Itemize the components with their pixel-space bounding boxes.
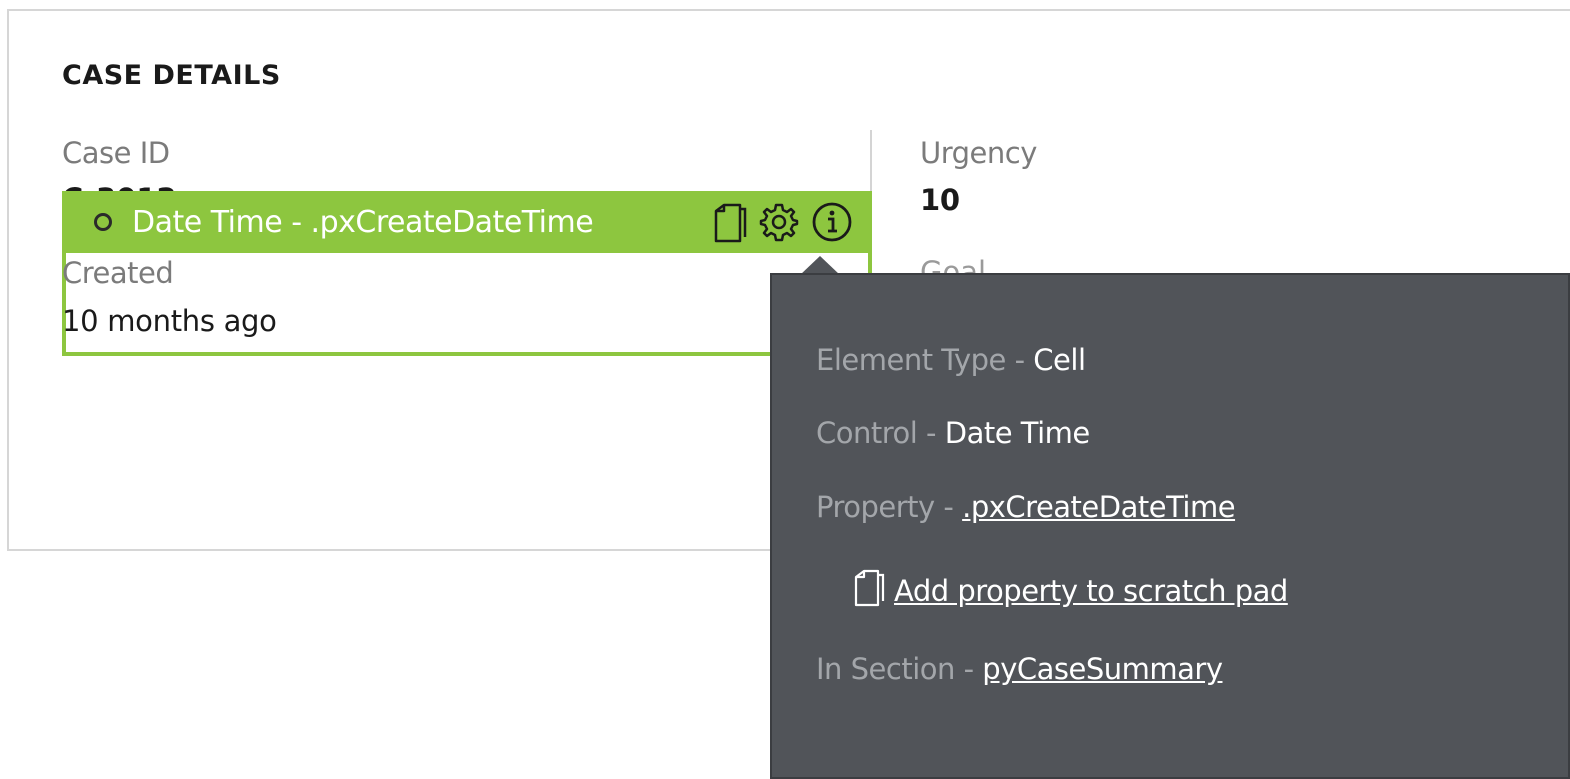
scratch-pad-row[interactable]: Add property to scratch pad (852, 567, 1288, 614)
case-id-label: Case ID (62, 136, 170, 170)
section-title: CASE DETAILS (62, 60, 281, 91)
section-row: In Section - pyCaseSummary (816, 652, 1223, 686)
property-row: Property - .pxCreateDateTime (816, 490, 1236, 524)
element-type-row: Element Type - Cell (816, 343, 1086, 377)
property-key: Property - (816, 490, 954, 524)
created-label: Created (62, 256, 174, 290)
info-icon[interactable] (810, 200, 854, 244)
inspector-highlight-bar[interactable]: Date Time - .pxCreateDateTime (62, 191, 872, 253)
urgency-label: Urgency (920, 136, 1037, 170)
control-row: Control - Date Time (816, 416, 1090, 450)
control-value: Date Time (944, 416, 1091, 450)
gear-icon[interactable] (758, 201, 800, 243)
bullet-icon (94, 213, 112, 231)
urgency-value: 10 (920, 183, 960, 217)
add-to-scratch-pad-link[interactable]: Add property to scratch pad (894, 574, 1288, 608)
highlight-label: Date Time - .pxCreateDateTime (132, 204, 594, 240)
element-type-value: Cell (1033, 343, 1086, 377)
created-value: 10 months ago (62, 304, 277, 338)
section-link[interactable]: pyCaseSummary (982, 652, 1223, 686)
property-link[interactable]: .pxCreateDateTime (962, 490, 1235, 524)
control-key: Control - (816, 416, 937, 450)
element-type-key: Element Type - (816, 343, 1025, 377)
inspector-tooltip: Element Type - Cell Control - Date Time … (770, 273, 1570, 779)
copy-icon[interactable] (712, 201, 748, 243)
highlight-actions (712, 200, 854, 244)
section-key: In Section - (816, 652, 974, 686)
highlighted-cell[interactable] (62, 250, 872, 356)
copy-icon (852, 567, 886, 614)
